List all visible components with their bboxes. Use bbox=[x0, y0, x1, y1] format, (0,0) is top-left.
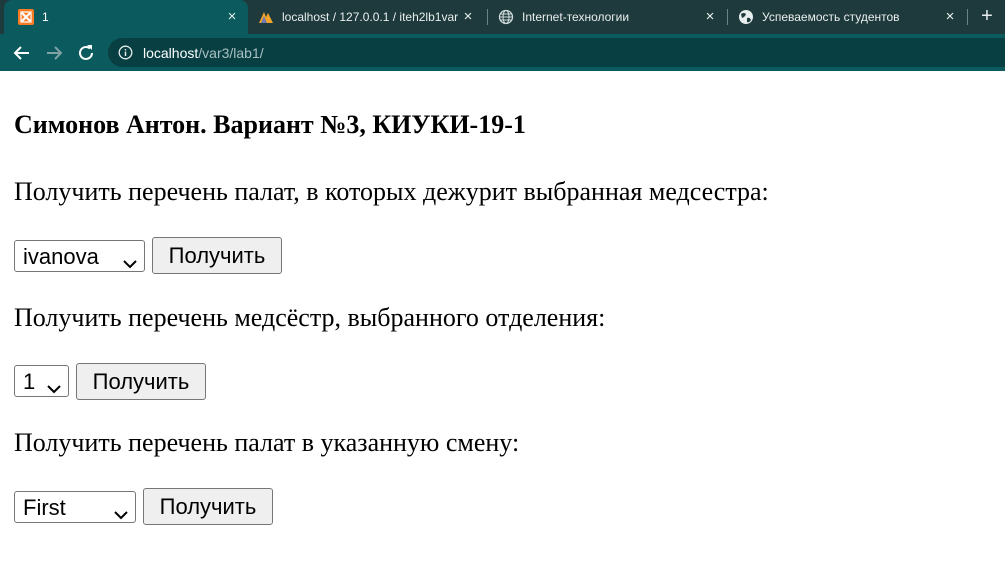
tab-title: Internet-технологии bbox=[522, 10, 630, 24]
url-path: /var3/lab1/ bbox=[198, 45, 264, 61]
close-icon[interactable]: × bbox=[224, 9, 240, 25]
tab-strip: 1 × localhost / 127.0.0.1 / iteh2lb1var … bbox=[0, 0, 1005, 34]
form-label-department-nurses: Получить перечень медсёстр, выбранного о… bbox=[14, 303, 606, 332]
chevron-down-icon bbox=[46, 375, 62, 394]
tab-title: localhost / 127.0.0.1 / iteh2lb1var bbox=[282, 10, 458, 24]
nurse-select-value: ivanova bbox=[23, 244, 99, 269]
address-bar[interactable]: localhost/var3/lab1/ bbox=[108, 38, 1005, 67]
url-host: localhost bbox=[143, 45, 199, 61]
tab-student-grades[interactable]: Успеваемость студентов × bbox=[728, 0, 968, 34]
tab-title: 1 bbox=[42, 10, 49, 24]
department-select[interactable]: 1 bbox=[14, 365, 69, 397]
close-icon[interactable]: × bbox=[460, 9, 476, 25]
form-label-shift-wards: Получить перечень палат в указанную смен… bbox=[14, 428, 520, 457]
tab-separator bbox=[967, 9, 968, 25]
nurse-select[interactable]: ivanova bbox=[14, 240, 145, 272]
back-icon[interactable] bbox=[11, 42, 33, 64]
tab-phpmyadmin[interactable]: localhost / 127.0.0.1 / iteh2lb1var × bbox=[248, 0, 488, 34]
get-department-nurses-button[interactable]: Получить bbox=[76, 363, 206, 400]
form-label-nurse-wards: Получить перечень палат, в которых дежур… bbox=[14, 177, 769, 206]
new-tab-button[interactable]: + bbox=[976, 5, 998, 27]
chevron-down-icon bbox=[122, 250, 138, 269]
close-icon[interactable]: × bbox=[942, 9, 958, 25]
tab-internet-tech[interactable]: Internet-технологии × bbox=[488, 0, 728, 34]
shift-select-value: First bbox=[23, 495, 66, 520]
forward-icon[interactable] bbox=[43, 42, 65, 64]
browser-toolbar: localhost/var3/lab1/ bbox=[0, 34, 1005, 71]
page-title: Симонов Антон. Вариант №3, КИУКИ-19-1 bbox=[14, 110, 526, 139]
close-icon[interactable]: × bbox=[702, 9, 718, 25]
department-select-value: 1 bbox=[23, 369, 36, 394]
url-text: localhost/var3/lab1/ bbox=[143, 45, 264, 61]
tab-1[interactable]: 1 × bbox=[4, 0, 248, 34]
get-nurse-wards-button[interactable]: Получить bbox=[152, 237, 282, 274]
get-shift-wards-button[interactable]: Получить bbox=[143, 488, 273, 525]
globe-icon bbox=[498, 9, 514, 25]
shift-select[interactable]: First bbox=[14, 491, 136, 523]
globe-icon bbox=[738, 9, 754, 25]
chevron-down-icon bbox=[113, 501, 129, 520]
page-content: Симонов Антон. Вариант №3, КИУКИ-19-1 По… bbox=[0, 71, 1005, 561]
phpmyadmin-icon bbox=[258, 9, 274, 25]
info-icon[interactable] bbox=[118, 45, 133, 60]
reload-icon[interactable] bbox=[75, 42, 97, 64]
tab-title: Успеваемость студентов bbox=[762, 10, 900, 24]
xampp-icon bbox=[18, 9, 34, 25]
